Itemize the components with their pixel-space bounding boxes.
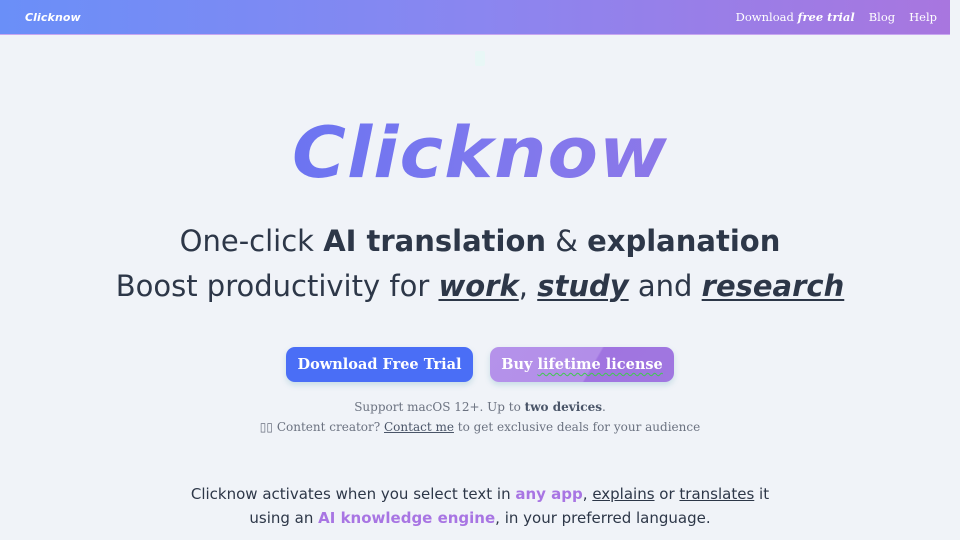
desc-translates: translates [679,485,755,503]
desc-text: , in your preferred language. [495,509,711,527]
tagline-bold-explanation: explanation [587,224,781,258]
hero-logo: Clicknow [0,112,960,194]
nav-help[interactable]: Help [909,10,937,24]
creator-emoji-icon: ▯▯ [259,420,274,434]
tagline-primary: One-click AI translation & explanation [0,224,960,258]
desc-highlight-ai-engine: AI knowledge engine [318,509,496,527]
creator-text: to get exclusive deals for your audience [453,420,701,434]
creator-text: Content creator? [273,420,384,434]
nav-links: Download free trial Blog Help [736,10,937,24]
tagline-text: One-click [179,224,324,258]
brand-logo[interactable]: Clicknow [25,11,81,24]
tagline-bold-ai-translation: AI translation [323,224,547,258]
support-text: Support macOS 12+. Up to [354,400,525,414]
placeholder-image [475,51,485,66]
tagline-study: study [537,269,629,303]
tagline-text: & [546,224,588,258]
buy-lifetime-license-button[interactable]: Buy lifetime license [490,347,674,382]
support-devices: two devices [524,400,602,414]
contact-me-link[interactable]: Contact me [384,420,454,434]
tagline-text: , [518,269,538,303]
desc-highlight-any-app: any app [515,485,583,503]
desc-text: using an [249,509,319,527]
nav-download-label: Download [735,10,798,24]
support-text: . [601,400,606,414]
desc-text: Clicknow activates when you select text … [190,485,516,503]
tagline-work: work [438,269,519,303]
top-navbar: Clicknow Download free trial Blog Help [0,0,950,35]
description-line-1: Clicknow activates when you select text … [0,482,960,506]
desc-text: it [754,485,770,503]
buy-label: Buy [501,356,533,373]
tagline-text: Boost productivity for [115,269,439,303]
support-info: Support macOS 12+. Up to two devices. [0,400,960,414]
nav-download-free-trial[interactable]: Download free trial [736,10,855,24]
cta-buttons: Download Free Trial Buy lifetime license [0,347,960,382]
tagline-text: and [628,269,702,303]
download-free-trial-button[interactable]: Download Free Trial [286,347,473,382]
nav-blog[interactable]: Blog [869,10,895,24]
description-line-2: using an AI knowledge engine, in your pr… [0,506,960,530]
tagline-research: research [701,269,845,303]
desc-text: , [582,485,593,503]
desc-text: or [654,485,680,503]
desc-explains: explains [592,485,655,503]
lifetime-license-label: lifetime license [537,356,663,373]
tagline-secondary: Boost productivity for work, study and r… [0,269,960,303]
nav-download-em: free trial [797,10,855,24]
creator-info: ▯▯ Content creator? Contact me to get ex… [0,420,960,434]
